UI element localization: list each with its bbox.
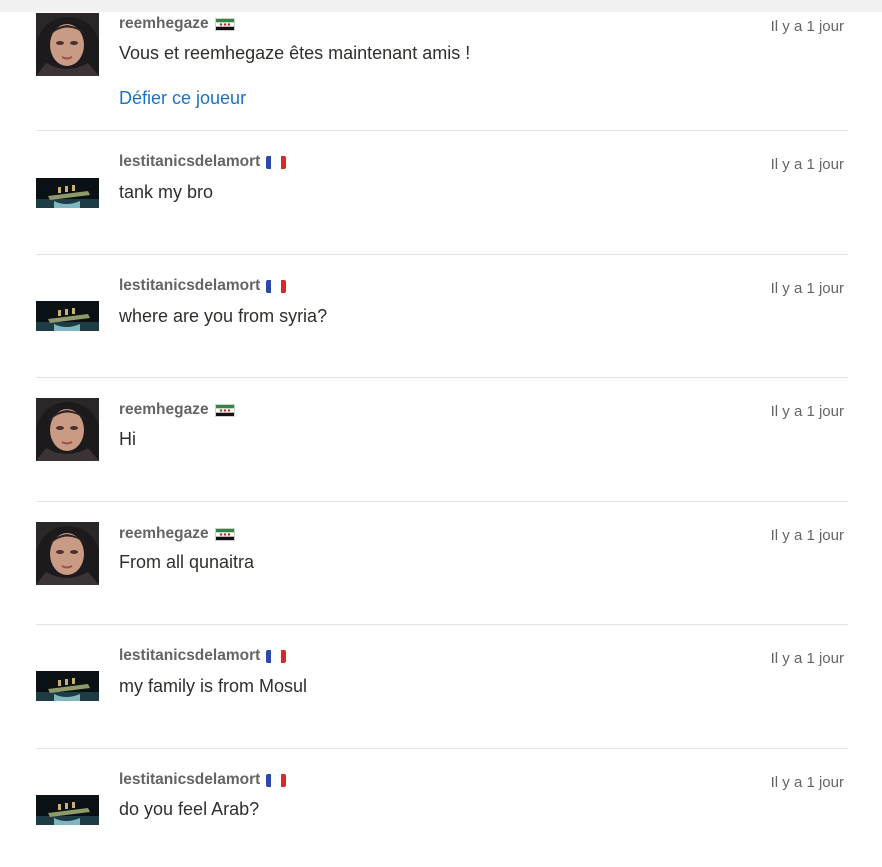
message-text: where are you from syria? bbox=[119, 306, 328, 326]
username-row: lestitanicsdelamort bbox=[119, 646, 287, 666]
message-text: Hi bbox=[119, 429, 136, 449]
timestamp: Il y a 1 jour bbox=[770, 280, 844, 297]
message-text: tank my bro bbox=[119, 182, 214, 202]
feed-item: reemhegaze Il y a 1 jour Vous et reemheg… bbox=[36, 0, 848, 130]
username-link[interactable]: lestitanicsdelamort bbox=[119, 153, 260, 171]
france-flag-icon bbox=[266, 155, 287, 169]
username-row: reemhegaze bbox=[119, 400, 235, 420]
username-row: reemhegaze bbox=[119, 524, 235, 544]
titanic-avatar[interactable] bbox=[36, 286, 99, 349]
message-text: do you feel Arab? bbox=[119, 799, 260, 819]
woman-avatar[interactable] bbox=[36, 522, 99, 585]
feed-item: lestitanicsdelamort Il y a 1 jour do you… bbox=[36, 749, 848, 867]
feed-item: lestitanicsdelamort Il y a 1 jour my fam… bbox=[36, 625, 848, 748]
france-flag-icon bbox=[266, 773, 287, 787]
feed-item: lestitanicsdelamort Il y a 1 jour where … bbox=[36, 255, 848, 377]
message-text: Vous et reemhegaze êtes maintenant amis … bbox=[119, 43, 471, 63]
woman-avatar[interactable] bbox=[36, 398, 99, 461]
timestamp: Il y a 1 jour bbox=[770, 774, 844, 791]
syria-flag-icon bbox=[214, 403, 235, 417]
challenge-player-link[interactable]: Défier ce joueur bbox=[119, 88, 246, 109]
titanic-avatar[interactable] bbox=[36, 780, 99, 843]
feed-item: lestitanicsdelamort Il y a 1 jour tank m… bbox=[36, 131, 848, 254]
timestamp: Il y a 1 jour bbox=[770, 527, 844, 544]
timestamp: Il y a 1 jour bbox=[770, 403, 844, 420]
username-link[interactable]: lestitanicsdelamort bbox=[119, 277, 260, 295]
message-text: my family is from Mosul bbox=[119, 676, 308, 696]
username-link[interactable]: reemhegaze bbox=[119, 15, 209, 33]
username-link[interactable]: lestitanicsdelamort bbox=[119, 771, 260, 789]
syria-flag-icon bbox=[214, 527, 235, 541]
username-row: lestitanicsdelamort bbox=[119, 276, 287, 296]
feed-item: reemhegaze Il y a 1 jour Hi bbox=[36, 378, 848, 501]
username-link[interactable]: reemhegaze bbox=[119, 525, 209, 543]
username-row: lestitanicsdelamort bbox=[119, 152, 287, 172]
username-row: lestitanicsdelamort bbox=[119, 770, 287, 790]
woman-avatar[interactable] bbox=[36, 13, 99, 76]
timestamp: Il y a 1 jour bbox=[770, 18, 844, 35]
message-text: From all qunaitra bbox=[119, 552, 255, 572]
france-flag-icon bbox=[266, 649, 287, 663]
username-link[interactable]: lestitanicsdelamort bbox=[119, 647, 260, 665]
username-link[interactable]: reemhegaze bbox=[119, 401, 209, 419]
timestamp: Il y a 1 jour bbox=[770, 156, 844, 173]
feed-item: reemhegaze Il y a 1 jour From all qunait… bbox=[36, 502, 848, 624]
france-flag-icon bbox=[266, 279, 287, 293]
syria-flag-icon bbox=[214, 17, 235, 31]
titanic-avatar[interactable] bbox=[36, 656, 99, 719]
timestamp: Il y a 1 jour bbox=[770, 650, 844, 667]
username-row: reemhegaze bbox=[119, 14, 235, 34]
titanic-avatar[interactable] bbox=[36, 163, 99, 226]
